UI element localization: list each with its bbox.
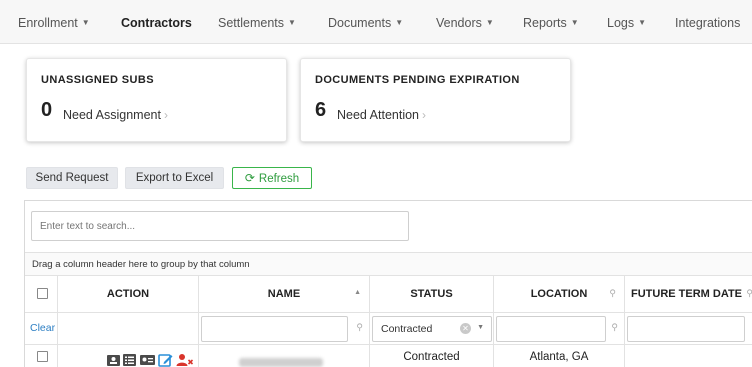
id-badge-icon[interactable]: [139, 353, 156, 367]
grid-header-row: ACTION NAME ▲ STATUS LOCATION ⚲ FUTURE T…: [25, 276, 752, 313]
nav-documents[interactable]: Documents ▼: [328, 16, 403, 30]
column-title: NAME: [267, 288, 301, 300]
nav-enrollment[interactable]: Enrollment ▼: [18, 16, 90, 30]
nav-label: Documents: [328, 16, 392, 30]
grid-filter-row: Clear ⚲ Contracted ✕ ▼ ⚲ ⚲: [25, 313, 752, 345]
select-all-checkbox[interactable]: [37, 288, 48, 299]
pin-icon[interactable]: ⚲: [611, 322, 618, 333]
filter-cell-name: ⚲: [199, 313, 370, 344]
remove-user-icon[interactable]: [176, 353, 194, 367]
nav-label: Enrollment: [18, 16, 78, 30]
status-value: Contracted: [403, 351, 460, 363]
refresh-label: Refresh: [258, 173, 300, 185]
name-cell: [199, 345, 370, 367]
card-subtitle: Need Attention: [337, 108, 420, 122]
location-cell: Atlanta, GA: [494, 345, 625, 367]
column-title: ACTION: [106, 288, 150, 300]
status-cell: Contracted: [370, 345, 494, 367]
nav-label: Vendors: [436, 16, 482, 30]
select-all-cell: [25, 276, 58, 312]
nav-label: Contractors: [121, 16, 192, 30]
caret-down-icon[interactable]: ▼: [477, 324, 484, 331]
nav-label: Logs: [607, 16, 635, 30]
table-row[interactable]: Contracted Atlanta, GA: [25, 345, 752, 367]
filter-cell-status: Contracted ✕ ▼: [370, 313, 494, 344]
nav-contractors[interactable]: Contractors: [121, 16, 192, 30]
card-title: DOCUMENTS PENDING EXPIRATION: [315, 74, 520, 86]
need-assignment-link[interactable]: Need Assignment ›: [63, 108, 168, 122]
top-nav: Enrollment ▼ Contractors Settlements ▼ Doc…: [0, 0, 752, 44]
column-title: LOCATION: [530, 288, 588, 300]
row-actions: [58, 345, 199, 367]
card-count: 6: [315, 99, 327, 121]
card-subtitle: Need Assignment: [63, 108, 161, 122]
column-title: STATUS: [410, 288, 453, 300]
pin-icon[interactable]: ⚲: [609, 288, 616, 299]
nav-logs[interactable]: Logs ▼: [607, 16, 646, 30]
location-filter-input[interactable]: [496, 316, 606, 342]
unassigned-subs-card[interactable]: UNASSIGNED SUBS 0 Need Assignment ›: [26, 58, 287, 142]
nav-integrations[interactable]: Integrations: [675, 16, 740, 30]
nav-settlements[interactable]: Settlements ▼: [218, 16, 296, 30]
list-icon[interactable]: [122, 353, 137, 367]
nav-label: Integrations: [675, 16, 741, 30]
contractors-grid: Drag a column header here to group by th…: [24, 200, 752, 367]
caret-down-icon: ▼: [288, 18, 296, 27]
nav-vendors[interactable]: Vendors ▼: [436, 16, 494, 30]
pin-icon[interactable]: ⚲: [746, 288, 752, 299]
caret-down-icon: ▼: [81, 18, 90, 27]
sort-ascending-icon[interactable]: ▲: [354, 289, 361, 296]
future-term-date-cell: [625, 345, 752, 367]
nav-label: Reports: [523, 16, 567, 30]
caret-down-icon: ▼: [485, 18, 494, 27]
status-filter-value: Contracted: [381, 323, 433, 335]
card-count: 0: [41, 99, 53, 121]
export-excel-button[interactable]: Export to Excel: [125, 167, 224, 189]
future-term-date-filter-input[interactable]: [627, 316, 745, 342]
name-filter-input[interactable]: [201, 316, 348, 342]
group-panel[interactable]: Drag a column header here to group by th…: [25, 252, 752, 276]
column-header-name[interactable]: NAME ▲: [199, 276, 370, 312]
filter-clear-cell: Clear: [25, 313, 58, 344]
redacted-name: [239, 358, 323, 367]
filter-cell-action: [58, 313, 199, 344]
nav-label: Settlements: [218, 16, 285, 30]
clear-icon[interactable]: ✕: [460, 323, 471, 334]
caret-down-icon: ▼: [395, 18, 404, 27]
row-checkbox[interactable]: [37, 351, 48, 362]
edit-icon[interactable]: [158, 353, 173, 367]
column-header-action[interactable]: ACTION: [58, 276, 199, 312]
need-attention-link[interactable]: Need Attention ›: [337, 108, 426, 122]
send-request-button[interactable]: Send Request: [26, 167, 118, 189]
row-select-cell: [25, 345, 58, 367]
group-hint: Drag a column header here to group by th…: [32, 259, 250, 270]
refresh-icon: ⟳: [244, 171, 255, 185]
column-title: FUTURE TERM DATE: [631, 288, 743, 300]
pin-icon[interactable]: ⚲: [356, 322, 363, 333]
nav-reports[interactable]: Reports ▼: [523, 16, 579, 30]
clear-filters-link[interactable]: Clear: [30, 322, 55, 334]
filter-cell-location: ⚲: [494, 313, 625, 344]
location-value: Atlanta, GA: [529, 351, 589, 363]
filter-cell-future-term-date: ⚲: [625, 313, 752, 344]
refresh-button[interactable]: ⟳ Refresh: [232, 167, 312, 189]
documents-pending-card[interactable]: DOCUMENTS PENDING EXPIRATION 6 Need Atte…: [300, 58, 571, 142]
column-header-status[interactable]: STATUS: [370, 276, 494, 312]
chevron-right-icon: ›: [163, 108, 168, 122]
id-card-icon[interactable]: [106, 353, 121, 367]
chevron-right-icon: ›: [422, 108, 427, 122]
status-filter-select[interactable]: Contracted ✕ ▼: [372, 316, 492, 342]
column-header-location[interactable]: LOCATION ⚲: [494, 276, 625, 312]
caret-down-icon: ▼: [570, 18, 579, 27]
column-header-future-term-date[interactable]: FUTURE TERM DATE ⚲: [625, 276, 752, 312]
card-title: UNASSIGNED SUBS: [41, 74, 154, 86]
grid-search-input[interactable]: [31, 211, 409, 241]
caret-down-icon: ▼: [638, 18, 647, 27]
